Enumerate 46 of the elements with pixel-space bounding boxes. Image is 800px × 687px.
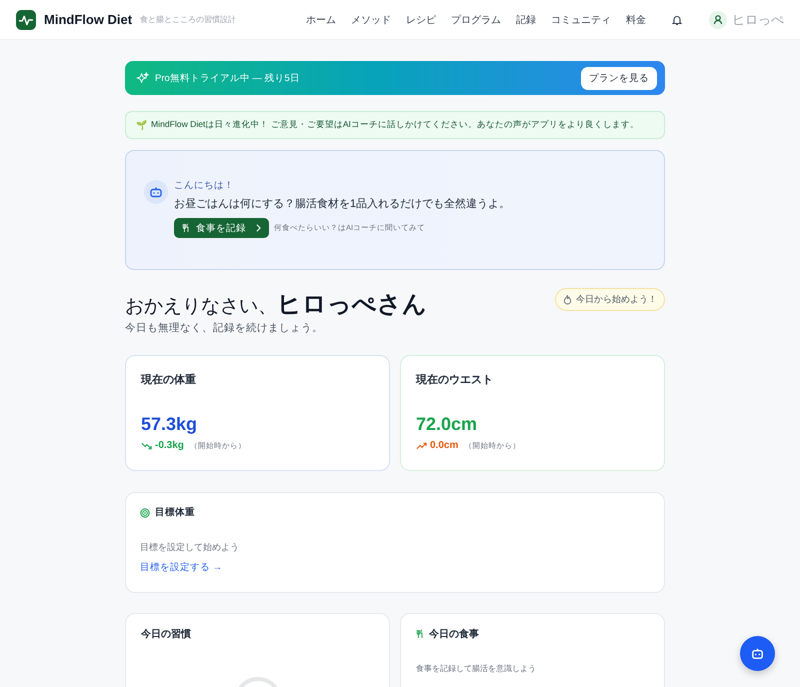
- robot-icon: [144, 180, 168, 204]
- nav-link[interactable]: レシピ: [406, 12, 436, 26]
- brand-tagline: 食と腸とこころの習慣設計: [140, 14, 236, 25]
- user-avatar-icon[interactable]: [709, 10, 727, 28]
- welcome-subtitle: 今日も無理なく、記録を続けましょう。: [125, 321, 324, 335]
- nav-link[interactable]: プログラム: [451, 12, 501, 26]
- seedling-icon: 🌱: [136, 120, 147, 130]
- stat-label: 現在のウエスト: [416, 373, 494, 387]
- meals-hint: 食事を記録して腸活を意識しよう: [416, 663, 537, 674]
- stat-label: 現在の体重: [141, 372, 197, 387]
- trend-down-icon: [141, 442, 152, 450]
- trial-status-text: Pro無料トライアル中 — 残り5日: [155, 72, 300, 84]
- brand-name[interactable]: MindFlow Diet: [44, 12, 132, 27]
- nav-link[interactable]: メソッド: [351, 12, 391, 26]
- nav-link[interactable]: 記録: [516, 12, 536, 26]
- chevron-right-icon: [256, 224, 261, 232]
- set-goal-link[interactable]: 目標を設定する →: [140, 561, 222, 574]
- nav-link[interactable]: 料金: [626, 12, 646, 26]
- streak-badge: 今日から始めよう！: [555, 288, 665, 311]
- stat-change: -0.3kg: [155, 440, 184, 451]
- utensils-icon: [416, 629, 424, 639]
- utensils-icon: [182, 223, 190, 233]
- pulse-logo-icon: [16, 10, 36, 30]
- coach-greeting: こんにちは！: [174, 179, 235, 192]
- coach-message: お昼ごはんは何にする？腸活食材を1品入れるだけでも全然違うよ。: [174, 197, 510, 211]
- nav-link[interactable]: コミュニティ: [551, 12, 611, 26]
- log-meal-button[interactable]: 食事を記録: [174, 218, 269, 238]
- robot-icon: [750, 646, 765, 661]
- habits-title: 今日の習慣: [141, 628, 191, 641]
- target-icon: [140, 508, 150, 518]
- trend-up-icon: [416, 442, 427, 450]
- goal-title: 目標体重: [155, 506, 195, 519]
- stat-value: 57.3kg: [141, 414, 198, 435]
- sparkle-icon: [136, 72, 149, 84]
- stat-change: 0.0cm: [430, 440, 458, 451]
- ai-coach-button[interactable]: [740, 636, 775, 671]
- notice-text: MindFlow Dietは日々進化中！ ご意見・ご要望はAIコーチに話しかけてください。あなたの声がアプリをより良くします。: [151, 119, 639, 131]
- flame-icon: [563, 294, 572, 305]
- view-plans-button[interactable]: プランを見る: [581, 66, 657, 90]
- bell-icon[interactable]: [671, 14, 683, 26]
- welcome-title: おかえりなさい、: [125, 295, 277, 319]
- nav-link[interactable]: ホーム: [306, 12, 336, 26]
- goal-prompt: 目標を設定して始めよう: [140, 541, 240, 554]
- meals-title: 今日の食事: [429, 628, 479, 641]
- stat-value: 72.0cm: [416, 414, 478, 435]
- user-greeting-name: ヒロっぺさん: [277, 290, 427, 320]
